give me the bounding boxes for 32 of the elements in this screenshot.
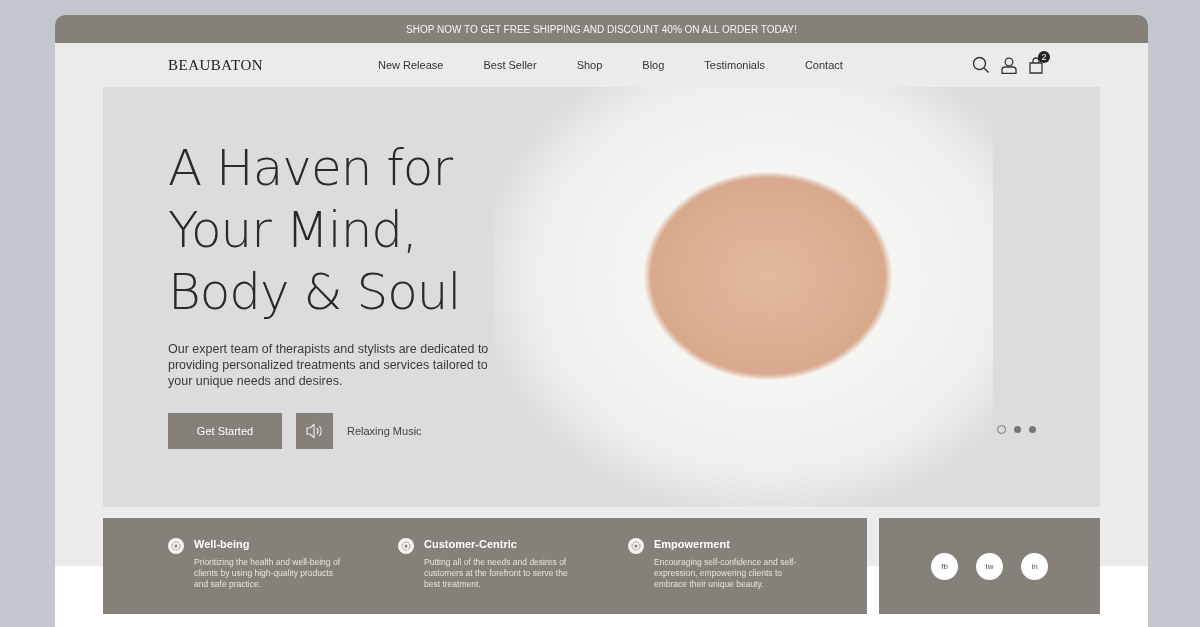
music-label: Relaxing Music [347,425,422,437]
feature-description: Putting all of the needs and desires of customers at the forefront to serve the best treatment. [424,557,569,590]
feature-title: Empowerment [654,538,731,550]
cart-count-badge: 2 [1038,50,1050,63]
get-started-button[interactable]: Get Started [168,413,282,449]
sound-button[interactable] [296,413,333,449]
nav-link[interactable]: New Release [378,59,444,71]
speaker-icon [305,423,324,439]
carousel-dot[interactable] [1014,426,1021,433]
nav-link[interactable]: Testimonials [704,59,765,71]
nav-link[interactable]: Contact [804,59,843,71]
social-link[interactable]: fb [931,552,958,580]
hero-description: Our expert team of therapists and stylists are dedicated to providing personalized treatments and services tailored to your unique needs and desires. [168,341,490,389]
search-icon[interactable] [972,56,990,74]
logo[interactable]: BEAUBATON [168,56,378,74]
announcement-text: SHOP NOW TO GET FREE SHIPPING AND DISCOUNT 40% ON ALL ORDER TODAY! [406,23,797,35]
social-link[interactable]: in [1021,552,1048,580]
nav-link[interactable]: Best Seller [483,59,537,71]
flower-icon [628,538,644,554]
feature-description: Encouraging self-confidence and self-expression, empowering clients to embrace their unique beauty. [654,557,798,590]
flower-icon [168,538,184,554]
feature-title: Customer-Centric [424,538,518,550]
nav-link[interactable]: Shop [576,59,603,71]
nav-link[interactable]: Blog [642,59,665,71]
user-icon[interactable] [1001,56,1017,74]
feature-description: Prioritizing the health and well-being of clients by using high-quality products and safe practice. [194,557,341,590]
hero-title: A Haven for Your Mind, Body & Soul [168,138,462,323]
social-link[interactable]: tw [976,552,1003,580]
feature-title: Well-being [194,538,251,550]
flower-icon [398,538,414,554]
bag-icon[interactable] [1028,56,1044,74]
carousel-dot[interactable] [1029,426,1036,433]
